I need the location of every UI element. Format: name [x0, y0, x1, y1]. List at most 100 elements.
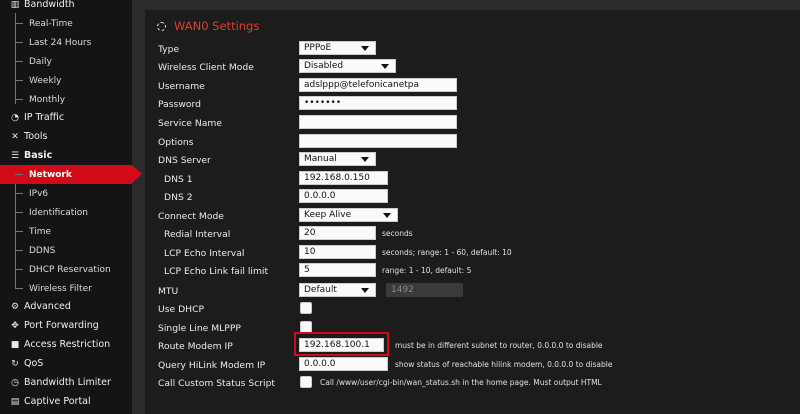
lcp-echo-fail-input[interactable]: 5	[299, 263, 376, 277]
query-hilink-input[interactable]: 0.0.0.0	[299, 357, 388, 371]
query-hilink-value: 0.0.0.0	[304, 359, 336, 369]
arrows-icon: ✥	[11, 320, 19, 331]
single-line-mlppp-label: Single Line MLPPP	[158, 323, 241, 334]
sidebar-item-wireless-filter[interactable]: Wireless Filter	[0, 279, 132, 298]
lock-icon: ■	[10, 339, 20, 350]
row-connect-mode: Connect Mode Keep Alive	[145, 208, 800, 226]
type-label: Type	[158, 44, 180, 55]
query-hilink-label: Query HiLink Modem IP	[158, 360, 266, 371]
lcp-echo-interval-value: 10	[304, 247, 316, 257]
tools-icon: ✕	[11, 131, 19, 142]
sidebar: ▥ Bandwidth Real-Time Last 24 Hours Dail…	[0, 0, 142, 414]
redial-interval-value: 20	[304, 228, 316, 238]
wireless-client-mode-select[interactable]: Disabled	[299, 59, 396, 73]
tree-branch	[15, 174, 23, 175]
connect-mode-value: Keep Alive	[304, 210, 352, 220]
connect-mode-select[interactable]: Keep Alive	[299, 208, 398, 222]
mtu-select[interactable]: Default	[299, 283, 376, 297]
sidebar-item-label: Wireless Filter	[29, 283, 92, 294]
sidebar-item-label: Captive Portal	[24, 396, 91, 407]
row-mtu: MTU Default 1492	[145, 283, 800, 301]
type-select[interactable]: PPPoE	[299, 41, 376, 55]
tree-branch	[15, 99, 23, 100]
pie-chart-icon: ◔	[11, 112, 19, 123]
mtu-label: MTU	[158, 286, 179, 297]
row-type: Type PPPoE	[145, 41, 800, 59]
row-use-dhcp: Use DHCP	[145, 301, 800, 319]
sidebar-item-bandwidth[interactable]: ▥ Bandwidth	[0, 0, 132, 14]
dns1-label: DNS 1	[164, 174, 193, 185]
lcp-echo-interval-label: LCP Echo Interval	[164, 248, 245, 259]
sidebar-item-basic[interactable]: ☰ Basic	[0, 146, 132, 165]
route-modem-ip-input[interactable]: 192.168.100.1	[299, 338, 384, 352]
sidebar-item-ddns[interactable]: DDNS	[0, 241, 132, 260]
options-label: Options	[158, 137, 194, 148]
row-lcp-echo-fail-limit: LCP Echo Link fail limit 5 range: 1 - 10…	[145, 263, 800, 281]
sidebar-item-monthly[interactable]: Monthly	[0, 90, 132, 109]
spinner-icon	[157, 21, 166, 31]
sidebar-item-identification[interactable]: Identification	[0, 203, 132, 222]
row-username: Username adslppp@telefonicanetpa	[145, 78, 800, 96]
sidebar-item-captive-portal[interactable]: ▤ Captive Portal	[0, 392, 132, 411]
sidebar-item-label: Monthly	[29, 94, 66, 105]
sidebar-item-real-time[interactable]: Real-Time	[0, 14, 132, 33]
tree-branch	[15, 269, 23, 270]
tree-branch	[15, 231, 23, 232]
row-wireless-client-mode: Wireless Client Mode Disabled	[145, 59, 800, 77]
username-input[interactable]: adslppp@telefonicanetpa	[299, 78, 457, 92]
sidebar-item-tools[interactable]: ✕ Tools	[0, 127, 132, 146]
sidebar-item-label: Access Restriction	[24, 339, 111, 350]
sidebar-item-ip-traffic[interactable]: ◔ IP Traffic	[0, 108, 132, 127]
tree-branch	[15, 80, 23, 81]
mtu-value: Default	[304, 285, 337, 295]
row-dns-server: DNS Server Manual	[145, 152, 800, 170]
sidebar-item-dhcp-reservation[interactable]: DHCP Reservation	[0, 260, 132, 279]
sidebar-item-label: Time	[29, 226, 52, 237]
sidebar-item-label: Network	[29, 169, 72, 180]
sidebar-item-bandwidth-limiter[interactable]: ◷ Bandwidth Limiter	[0, 373, 132, 392]
database-icon: ☰	[10, 150, 20, 161]
options-input[interactable]	[299, 134, 457, 148]
row-dns1: DNS 1 192.168.0.150	[145, 171, 800, 189]
tree-branch	[15, 250, 23, 251]
dns1-input[interactable]: 192.168.0.150	[299, 171, 388, 185]
sidebar-item-network[interactable]: Network	[0, 165, 142, 184]
use-dhcp-checkbox[interactable]	[300, 302, 312, 314]
gauge-icon: ◷	[11, 377, 19, 388]
custom-status-checkbox[interactable]	[300, 376, 312, 388]
dns-server-select[interactable]: Manual	[299, 152, 376, 166]
sidebar-item-ipv6[interactable]: IPv6	[0, 184, 132, 203]
sidebar-item-weekly[interactable]: Weekly	[0, 71, 132, 90]
sidebar-item-port-forwarding[interactable]: ✥ Port Forwarding	[0, 316, 132, 335]
row-custom-status-script: Call Custom Status Script Call /www/user…	[145, 375, 800, 393]
sidebar-item-label: Last 24 Hours	[29, 37, 92, 48]
connect-mode-label: Connect Mode	[158, 211, 224, 222]
wan0-settings-panel: WAN0 Settings Type PPPoE Wireless Client…	[145, 10, 800, 414]
sidebar-item-time[interactable]: Time	[0, 222, 132, 241]
wireless-client-mode-label: Wireless Client Mode	[158, 62, 254, 73]
sidebar-item-advanced[interactable]: ⚙ Advanced	[0, 297, 132, 316]
sidebar-item-label: Port Forwarding	[24, 320, 99, 331]
dns-server-value: Manual	[304, 154, 337, 164]
mtu-size-input[interactable]: 1492	[386, 283, 463, 297]
password-label: Password	[158, 99, 201, 110]
sidebar-item-label: Real-Time	[29, 18, 73, 29]
redial-interval-input[interactable]: 20	[299, 226, 376, 240]
sidebar-item-label: Basic	[24, 150, 53, 161]
sidebar-item-daily[interactable]: Daily	[0, 52, 132, 71]
sidebar-item-label: QoS	[24, 358, 44, 369]
sidebar-item-access-restriction[interactable]: ■ Access Restriction	[0, 335, 132, 354]
username-label: Username	[158, 81, 205, 92]
mtu-size-value: 1492	[391, 285, 414, 295]
service-name-input[interactable]	[299, 115, 457, 129]
dns2-input[interactable]: 0.0.0.0	[299, 189, 388, 203]
lcp-echo-interval-input[interactable]: 10	[299, 245, 376, 259]
password-input[interactable]: •••••••	[299, 96, 457, 110]
sidebar-item-last-24-hours[interactable]: Last 24 Hours	[0, 33, 132, 52]
sidebar-item-qos[interactable]: ↻ QoS	[0, 354, 132, 373]
row-options: Options	[145, 134, 800, 152]
tree-branch	[15, 61, 23, 62]
password-value: •••••••	[304, 98, 342, 108]
use-dhcp-label: Use DHCP	[158, 304, 205, 315]
row-lcp-echo-interval: LCP Echo Interval 10 seconds; range: 1 -…	[145, 245, 800, 263]
